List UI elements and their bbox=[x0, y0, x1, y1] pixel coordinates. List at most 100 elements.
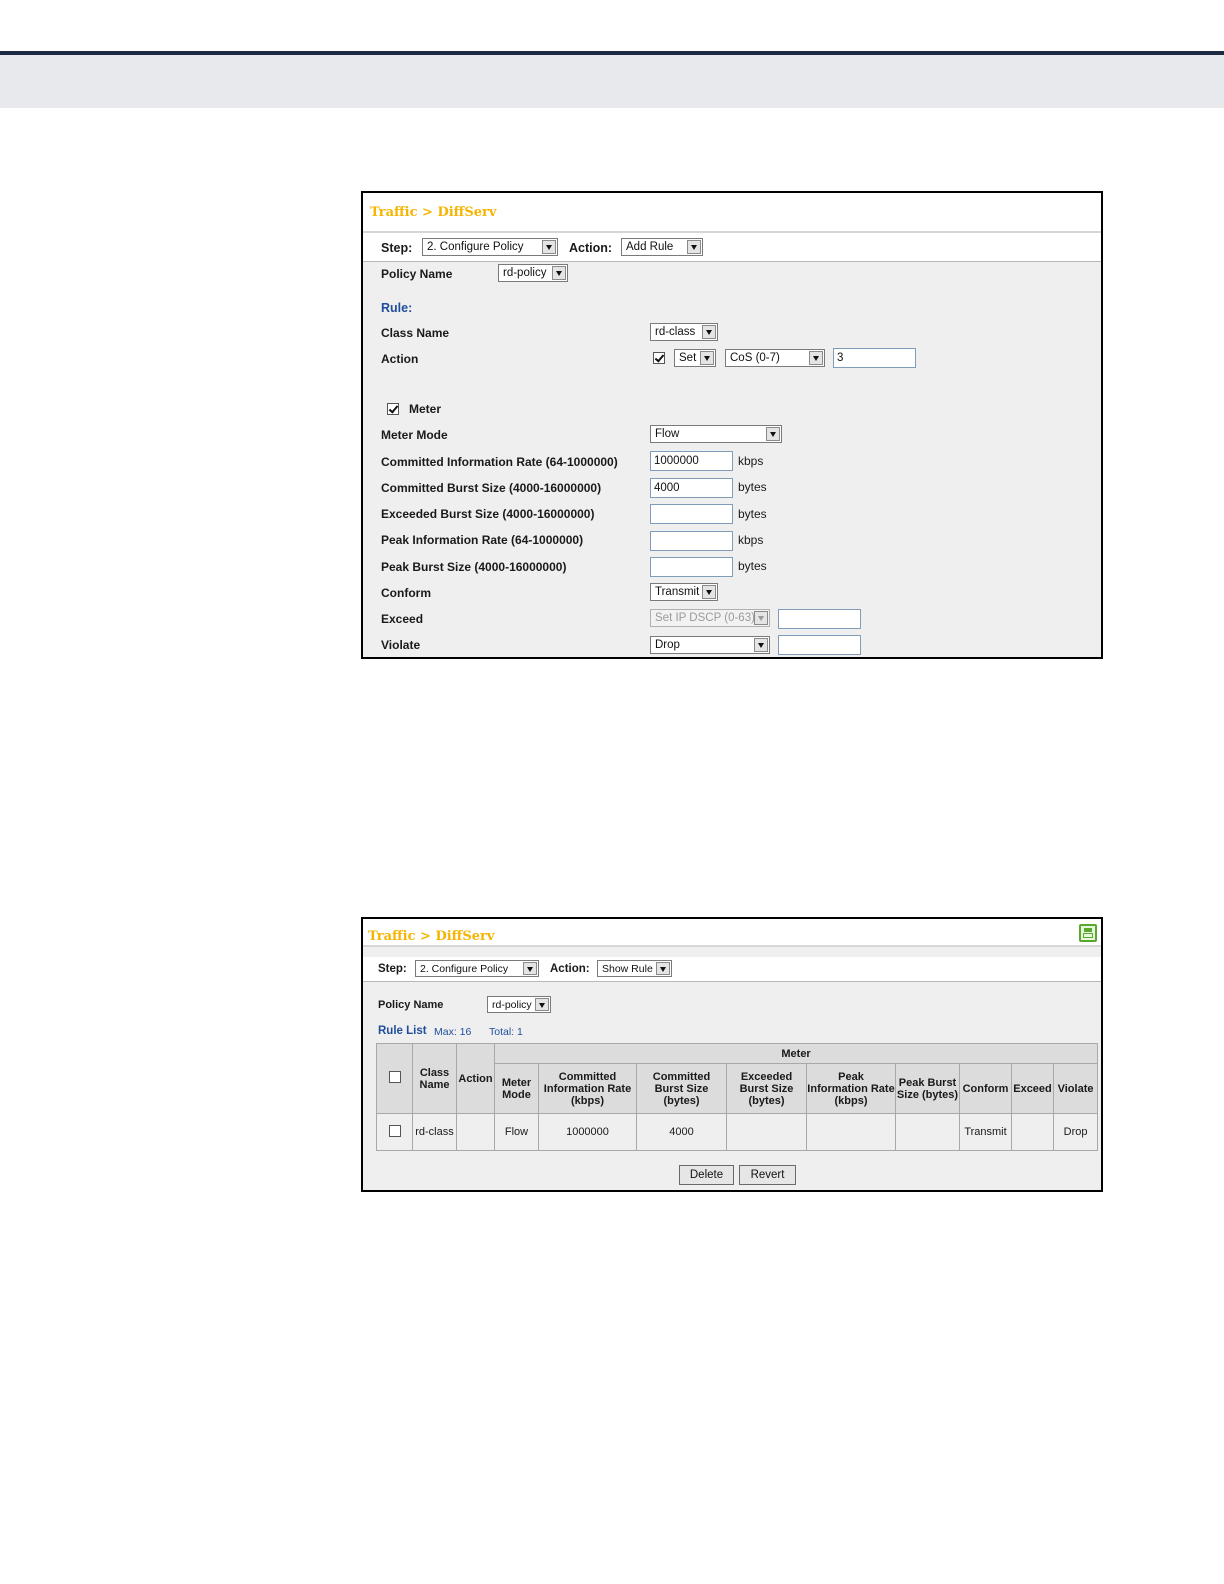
action-select[interactable]: Show Rule bbox=[597, 960, 672, 977]
violate-label: Violate bbox=[381, 638, 421, 652]
step-select[interactable]: 2. Configure Policy bbox=[415, 960, 539, 977]
action-set-select[interactable]: Set bbox=[674, 349, 716, 367]
cell-exceed bbox=[1011, 1113, 1054, 1151]
select-all-cell bbox=[376, 1043, 413, 1114]
chevron-down-icon bbox=[535, 998, 549, 1011]
col-exceed: Exceed bbox=[1011, 1063, 1054, 1114]
chevron-down-icon bbox=[754, 611, 768, 625]
add-rule-panel: Traffic > DiffServ Step: 2. Configure Po… bbox=[361, 191, 1103, 659]
chevron-down-icon bbox=[766, 427, 780, 441]
show-rule-panel: Traffic > DiffServ Step: 2. Configure Po… bbox=[361, 917, 1103, 1192]
cell-cir: 1000000 bbox=[538, 1113, 637, 1151]
col-action: Action bbox=[456, 1043, 495, 1114]
chevron-down-icon bbox=[656, 962, 670, 975]
cell-violate: Drop bbox=[1052, 1113, 1099, 1151]
action-label: Action: bbox=[550, 963, 590, 975]
chevron-down-icon bbox=[700, 351, 714, 365]
cbs-input[interactable]: 4000 bbox=[650, 478, 733, 498]
action-value-input[interactable]: 3 bbox=[833, 348, 916, 368]
cell-action bbox=[456, 1113, 495, 1151]
meter-mode-label: Meter Mode bbox=[381, 428, 448, 442]
step-label: Step: bbox=[378, 963, 407, 975]
step-bar: Step: 2. Configure Policy Action: Add Ru… bbox=[363, 233, 1101, 262]
rule-heading: Rule: bbox=[381, 301, 413, 315]
pir-input[interactable] bbox=[650, 531, 733, 551]
save-icon[interactable] bbox=[1079, 924, 1097, 942]
cir-label: Committed Information Rate (64-1000000) bbox=[381, 455, 618, 469]
revert-button[interactable]: Revert bbox=[739, 1165, 796, 1185]
cell-ebs bbox=[726, 1113, 807, 1151]
action-row-label: Action bbox=[381, 352, 419, 366]
ebs-input[interactable] bbox=[650, 504, 733, 524]
chevron-down-icon bbox=[809, 351, 823, 365]
cell-conform: Transmit bbox=[959, 1113, 1012, 1151]
chevron-down-icon bbox=[542, 240, 556, 254]
table-header-row: Class Name Action Meter bbox=[376, 1043, 1099, 1114]
chevron-down-icon bbox=[702, 585, 716, 599]
rule-list-label: Rule List bbox=[378, 1025, 427, 1037]
violate-select[interactable]: Drop bbox=[650, 636, 770, 654]
meter-mode-select[interactable]: Flow bbox=[650, 425, 782, 443]
ebs-unit: bytes bbox=[738, 507, 767, 521]
step-bar: Step: 2. Configure Policy Action: Show R… bbox=[363, 957, 1101, 982]
policy-name-select[interactable]: rd-policy bbox=[498, 264, 568, 282]
rule-list-table: Class Name Action Meter Meter Mode Commi… bbox=[376, 1043, 1099, 1151]
cell-cbs: 4000 bbox=[636, 1113, 727, 1151]
action-type-select[interactable]: CoS (0-7) bbox=[725, 349, 825, 367]
chevron-down-icon bbox=[702, 325, 716, 339]
rule-list-max: Max: 16 bbox=[434, 1026, 472, 1038]
cell-meter-mode: Flow bbox=[494, 1113, 539, 1151]
meter-label: Meter bbox=[409, 402, 442, 416]
chevron-down-icon bbox=[687, 240, 701, 254]
action-checkbox[interactable] bbox=[653, 352, 665, 364]
col-conform: Conform bbox=[959, 1063, 1012, 1114]
col-group-meter: Meter bbox=[493, 1043, 1099, 1064]
violate-input[interactable] bbox=[778, 635, 861, 655]
chevron-down-icon bbox=[523, 962, 537, 975]
conform-label: Conform bbox=[381, 586, 431, 600]
pir-unit: kbps bbox=[738, 533, 764, 547]
page-title: Traffic > DiffServ bbox=[370, 205, 497, 220]
meter-checkbox[interactable] bbox=[387, 403, 399, 415]
step-select[interactable]: 2. Configure Policy bbox=[422, 238, 558, 256]
pbs-unit: bytes bbox=[738, 559, 767, 573]
select-all-checkbox[interactable] bbox=[388, 1071, 401, 1083]
table-row: rd-class Flow 1000000 4000 Transmit Drop bbox=[376, 1113, 1099, 1151]
cell-class-name: rd-class bbox=[412, 1113, 457, 1151]
exceed-input[interactable] bbox=[778, 609, 861, 629]
policy-name-label: Policy Name bbox=[378, 999, 444, 1011]
rule-list-total: Total: 1 bbox=[489, 1026, 523, 1038]
cbs-label: Committed Burst Size (4000-16000000) bbox=[381, 481, 602, 495]
exceed-select[interactable]: Set IP DSCP (0-63) bbox=[650, 609, 770, 627]
col-meter-mode: Meter Mode bbox=[494, 1063, 539, 1114]
class-name-label: Class Name bbox=[381, 326, 450, 340]
col-cbs: Committed Burst Size (bytes) bbox=[636, 1063, 727, 1114]
cir-input[interactable]: 1000000 bbox=[650, 451, 733, 471]
pbs-input[interactable] bbox=[650, 557, 733, 577]
chevron-down-icon bbox=[552, 266, 566, 280]
chevron-down-icon bbox=[754, 638, 768, 652]
col-cir: Committed Information Rate (kbps) bbox=[538, 1063, 637, 1114]
col-pbs: Peak Burst Size (bytes) bbox=[895, 1063, 960, 1114]
conform-select[interactable]: Transmit bbox=[650, 583, 718, 601]
step-label: Step: bbox=[381, 241, 413, 255]
action-select[interactable]: Add Rule bbox=[621, 238, 703, 256]
row-checkbox[interactable] bbox=[388, 1124, 401, 1137]
policy-name-select[interactable]: rd-policy bbox=[487, 996, 551, 1013]
col-violate: Violate bbox=[1052, 1063, 1099, 1114]
ebs-label: Exceeded Burst Size (4000-16000000) bbox=[381, 507, 595, 521]
col-ebs: Exceeded Burst Size (bytes) bbox=[726, 1063, 807, 1114]
pir-label: Peak Information Rate (64-1000000) bbox=[381, 533, 584, 547]
title-bar: Traffic > DiffServ bbox=[363, 193, 1101, 233]
cell-pbs bbox=[895, 1113, 960, 1151]
col-pir: Peak Information Rate (kbps) bbox=[806, 1063, 896, 1114]
action-label: Action: bbox=[569, 241, 613, 255]
cbs-unit: bytes bbox=[738, 480, 767, 494]
exceed-label: Exceed bbox=[381, 612, 424, 626]
policy-name-label: Policy Name bbox=[381, 267, 453, 281]
delete-button[interactable]: Delete bbox=[679, 1165, 734, 1185]
cell-pir bbox=[806, 1113, 896, 1151]
row-select-cell bbox=[376, 1113, 413, 1151]
header-band bbox=[0, 55, 1224, 108]
class-name-select[interactable]: rd-class bbox=[650, 323, 718, 341]
